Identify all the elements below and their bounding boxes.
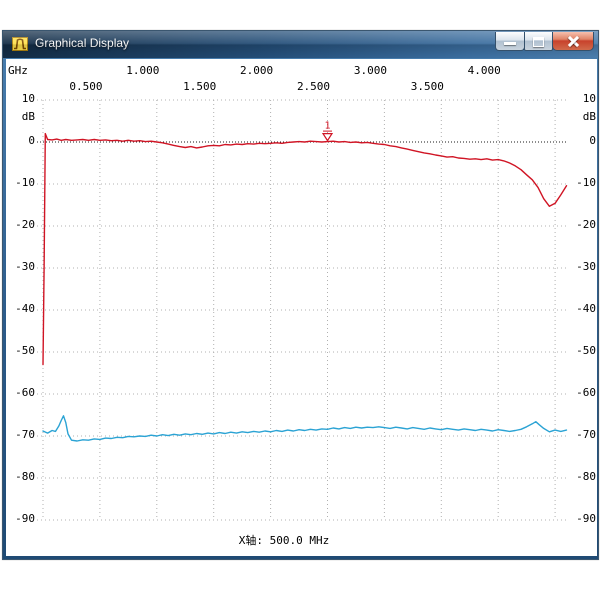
graphical-display-window: Graphical Display GHz dB dB 1.0002.0003.… xyxy=(2,30,599,560)
x-axis-scale-readout: X轴: 500.0 MHz xyxy=(6,532,562,548)
marker-number-label: 1 xyxy=(324,121,330,132)
maximize-button[interactable] xyxy=(524,32,553,51)
chart-canvas: 1 xyxy=(6,59,597,556)
trace1 xyxy=(43,134,567,365)
plot-client-area: GHz dB dB 1.0002.0003.0004.0000.5001.500… xyxy=(6,59,597,556)
caption-button-group xyxy=(496,32,594,51)
close-button[interactable] xyxy=(552,32,594,51)
minimize-button[interactable] xyxy=(495,32,525,51)
window-title: Graphical Display xyxy=(35,36,129,50)
trace2 xyxy=(43,416,567,441)
marker-triangle-icon[interactable] xyxy=(323,134,332,141)
maximize-icon xyxy=(533,37,544,47)
app-icon[interactable] xyxy=(12,36,28,52)
title-bar[interactable]: Graphical Display xyxy=(3,31,598,58)
minimize-icon xyxy=(504,42,516,45)
